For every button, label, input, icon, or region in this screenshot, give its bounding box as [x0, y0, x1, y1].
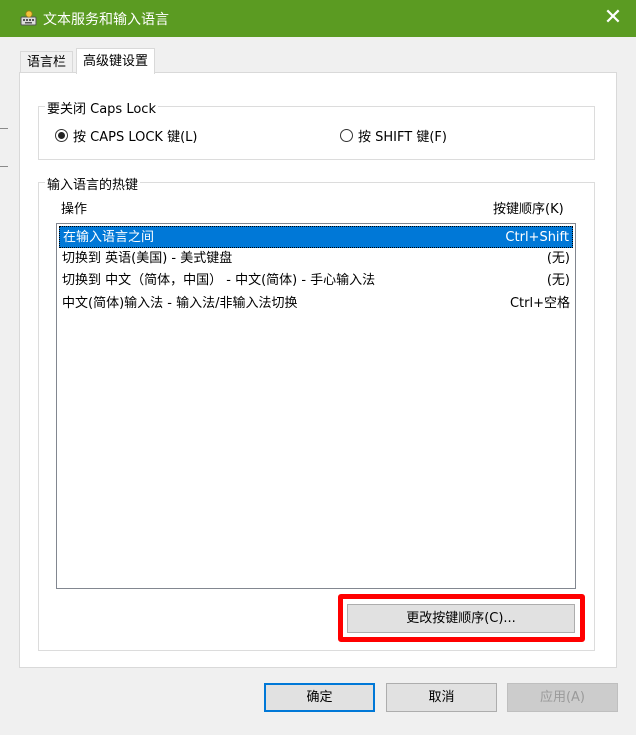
list-item-action: 在输入语言之间	[63, 230, 155, 245]
list-item-action: 切换到 中文（简体，中国） - 中文(简体) - 手心输入法	[62, 273, 376, 288]
close-icon: ✕	[603, 5, 623, 30]
hotkey-list[interactable]: 在输入语言之间 Ctrl+Shift 切换到 英语(美国) - 美式键盘 (无)…	[56, 223, 576, 589]
background-edge	[0, 128, 8, 129]
list-item[interactable]: 切换到 英语(美国) - 美式键盘 (无)	[59, 248, 573, 270]
tab-language-bar[interactable]: 语言栏	[20, 51, 74, 73]
hotkeys-group-title: 输入语言的热键	[45, 174, 141, 193]
radio-label: 按 CAPS LOCK 键(L)	[73, 130, 198, 145]
close-button[interactable]: ✕	[590, 0, 636, 37]
list-item-keys: Ctrl+空格	[509, 296, 570, 311]
radio-shift-key[interactable]: 按 SHIFT 键(F)	[340, 126, 447, 145]
keyboard-icon	[20, 10, 37, 26]
title-bar: 文本服务和输入语言 ✕	[0, 0, 636, 37]
radio-checked-icon	[55, 129, 68, 142]
radio-unchecked-icon	[340, 129, 353, 142]
tab-advanced-key-settings[interactable]: 高级键设置	[76, 48, 156, 74]
list-item[interactable]: 中文(简体)输入法 - 输入法/非输入法切换 Ctrl+空格	[59, 293, 573, 315]
caps-lock-group-title: 要关闭 Caps Lock	[45, 98, 158, 117]
radio-caps-lock-key[interactable]: 按 CAPS LOCK 键(L)	[55, 126, 197, 145]
red-highlight-box	[338, 594, 585, 642]
column-header-keys: 按键顺序(K)	[493, 202, 564, 217]
background-edge	[0, 166, 8, 167]
column-header-action: 操作	[61, 202, 88, 217]
list-item-keys: (无)	[546, 251, 570, 266]
list-item[interactable]: 切换到 中文（简体，中国） - 中文(简体) - 手心输入法 (无)	[59, 270, 573, 292]
cancel-button[interactable]: 取消	[386, 683, 497, 712]
list-item-keys: (无)	[546, 273, 570, 288]
list-item-action: 切换到 英语(美国) - 美式键盘	[62, 251, 233, 266]
list-item[interactable]: 在输入语言之间 Ctrl+Shift	[59, 226, 573, 248]
list-item-action: 中文(简体)输入法 - 输入法/非输入法切换	[62, 296, 298, 311]
apply-button[interactable]: 应用(A)	[507, 683, 618, 712]
ok-button[interactable]: 确定	[264, 683, 375, 712]
radio-label: 按 SHIFT 键(F)	[358, 130, 447, 145]
window-title: 文本服务和输入语言	[43, 12, 169, 28]
list-item-keys: Ctrl+Shift	[505, 230, 569, 245]
